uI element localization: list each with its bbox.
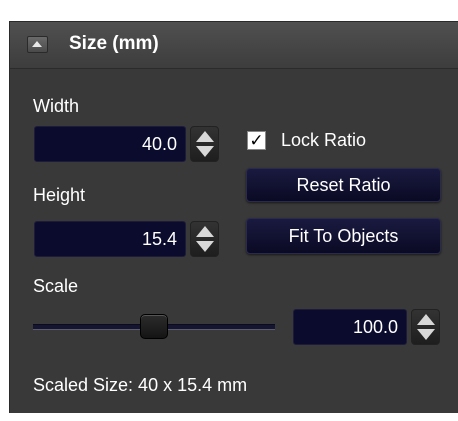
width-label: Width: [33, 96, 80, 116]
width-input[interactable]: 40.0: [34, 126, 186, 162]
increment-arrow-icon[interactable]: [417, 314, 435, 325]
height-spinner[interactable]: [190, 221, 219, 257]
reset-ratio-button[interactable]: Reset Ratio: [246, 168, 441, 202]
decrement-arrow-icon[interactable]: [417, 329, 435, 340]
fit-to-objects-button[interactable]: Fit To Objects: [246, 218, 441, 254]
scale-spinner[interactable]: [411, 309, 440, 345]
increment-arrow-icon[interactable]: [196, 226, 214, 237]
scale-value: 100.0: [352, 317, 398, 337]
lock-ratio-checkbox[interactable]: ✓: [247, 131, 266, 150]
collapse-button[interactable]: [27, 36, 48, 53]
height-value: 15.4: [141, 229, 177, 249]
decrement-arrow-icon[interactable]: [196, 146, 214, 157]
scaled-size-text: Scaled Size: 40 x 15.4 mm: [33, 375, 248, 395]
decrement-arrow-icon[interactable]: [196, 241, 214, 252]
width-value: 40.0: [141, 134, 177, 154]
increment-arrow-icon[interactable]: [196, 131, 214, 142]
size-panel: Size (mm) Width 40.0 ✓ Lock Ratio Height…: [9, 21, 458, 413]
width-spinner[interactable]: [190, 126, 219, 162]
triangle-up-icon: [32, 41, 42, 47]
scale-slider-thumb[interactable]: [140, 314, 168, 339]
section-title: Size (mm): [69, 33, 159, 54]
height-input[interactable]: 15.4: [34, 221, 186, 257]
lock-ratio-label: Lock Ratio: [281, 130, 367, 150]
height-label: Height: [33, 185, 86, 205]
scale-input[interactable]: 100.0: [293, 309, 407, 345]
size-section-header[interactable]: Size (mm): [10, 22, 458, 69]
scale-label: Scale: [33, 276, 79, 296]
